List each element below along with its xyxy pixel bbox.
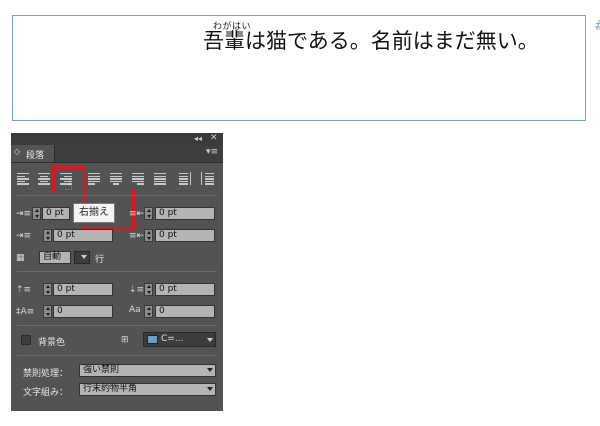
- drop-cap-chars-field[interactable]: 0: [155, 305, 215, 318]
- align-right-justify-icon: [131, 172, 145, 186]
- drop-cap-lines-stepper[interactable]: [43, 305, 52, 318]
- drop-cap-chars-icon: Aa: [129, 305, 141, 315]
- last-line-indent-icon: ≡⇤: [129, 231, 145, 241]
- align-right-icon: [59, 172, 73, 186]
- space-after-icon: ⇣≡: [129, 285, 145, 295]
- right-indent-stepper[interactable]: [144, 207, 153, 220]
- divider: [17, 271, 217, 272]
- align-center-justify-icon: [109, 172, 123, 186]
- table-grid-icon[interactable]: ⊞: [121, 333, 135, 347]
- last-line-indent-stepper[interactable]: [144, 229, 153, 242]
- space-after-field[interactable]: 0 pt: [155, 283, 215, 296]
- first-line-indent-stepper[interactable]: [43, 229, 52, 242]
- shading-color-value: C=...: [161, 334, 184, 344]
- align-away-from-spine-icon: [201, 172, 215, 186]
- align-left-button[interactable]: [16, 172, 30, 186]
- right-indent-icon: ≡⇤: [129, 209, 145, 219]
- drop-cap-chars-stepper[interactable]: [144, 305, 153, 318]
- left-indent-icon: ⇥≡: [16, 209, 32, 219]
- paragraph-panel: ◂◂ ✕ ◇ 段落 ▾≡ ☝ 右揃え ⇥≡ 0 pt ≡⇤ 0 pt ⇥≡ 0 …: [11, 133, 223, 411]
- align-towards-spine-icon: [178, 172, 192, 186]
- tab-expand-icon[interactable]: ◇: [14, 147, 20, 156]
- chevron-down-icon: [207, 368, 213, 372]
- first-line-indent-icon: ⇥≡: [16, 231, 32, 241]
- chevron-down-icon: [207, 338, 213, 342]
- grid-unit-label: 行: [95, 255, 105, 265]
- shading-checkbox[interactable]: [21, 335, 31, 345]
- shading-color-swatch: [147, 335, 158, 344]
- mojikumi-label: 文字組み：: [23, 388, 69, 398]
- justify-all-button[interactable]: [153, 172, 167, 186]
- chevron-down-icon: [81, 255, 87, 259]
- panel-menu-icon[interactable]: ▾≡: [206, 147, 218, 157]
- align-left-justify-icon: [87, 172, 101, 186]
- align-right-button[interactable]: [59, 172, 73, 186]
- align-center-icon: [37, 172, 51, 186]
- align-right-justify-button[interactable]: [131, 172, 145, 186]
- kinsoku-label: 禁則処理：: [23, 369, 69, 379]
- shading-color-dropdown[interactable]: C=...: [143, 332, 216, 347]
- left-indent-field[interactable]: 0 pt: [42, 207, 70, 220]
- tab-label: 段落: [26, 151, 45, 161]
- divider: [17, 325, 217, 326]
- left-indent-stepper[interactable]: [32, 207, 41, 220]
- story-text[interactable]: 吾輩は猫である。名前はまだ無い。: [203, 25, 539, 55]
- space-before-field[interactable]: 0 pt: [53, 283, 113, 296]
- kinsoku-value: 強い禁則: [83, 365, 120, 375]
- shading-label: 背景色: [38, 338, 66, 348]
- align-left-icon: [16, 172, 30, 186]
- right-indent-field[interactable]: 0 pt: [155, 207, 215, 220]
- grid-align-icon: ▦: [16, 253, 25, 263]
- divider: [17, 355, 217, 356]
- align-center-button[interactable]: [37, 172, 51, 186]
- space-after-stepper[interactable]: [144, 283, 153, 296]
- align-away-from-spine-button[interactable]: [201, 172, 215, 186]
- overset-text-icon[interactable]: #: [594, 19, 600, 34]
- drop-cap-lines-icon: ‡A≡: [16, 307, 35, 317]
- align-left-justify-button[interactable]: [87, 172, 101, 186]
- last-line-indent-field[interactable]: 0 pt: [155, 229, 215, 242]
- kinsoku-dropdown[interactable]: 強い禁則: [79, 364, 216, 377]
- close-icon[interactable]: ✕: [210, 133, 218, 143]
- mojikumi-value: 行末約物半角: [83, 384, 138, 394]
- first-line-indent-field[interactable]: 0 pt: [53, 229, 113, 242]
- tab-paragraph[interactable]: ◇ 段落: [11, 145, 55, 162]
- mojikumi-dropdown[interactable]: 行末約物半角: [79, 383, 216, 396]
- align-towards-spine-button[interactable]: [178, 172, 192, 186]
- grid-dropdown-value: 自動: [43, 252, 62, 262]
- grid-dropdown-toggle[interactable]: [74, 251, 90, 264]
- space-before-stepper[interactable]: [43, 283, 52, 296]
- grid-dropdown[interactable]: 自動: [39, 251, 71, 264]
- text-frame[interactable]: わがはい 吾輩は猫である。名前はまだ無い。: [12, 15, 586, 121]
- justify-all-icon: [153, 172, 167, 186]
- divider: [17, 195, 217, 196]
- panel-tab-bar: ◇ 段落 ▾≡: [11, 145, 223, 163]
- chevron-down-icon: [207, 387, 213, 391]
- tooltip: 右揃え: [73, 203, 115, 223]
- collapse-panel-icon[interactable]: ◂◂: [194, 134, 202, 143]
- drop-cap-lines-field[interactable]: 0: [53, 305, 113, 318]
- align-center-justify-button[interactable]: [109, 172, 123, 186]
- panel-title-bar[interactable]: ◂◂ ✕: [11, 133, 223, 145]
- space-before-icon: ⇡≡: [16, 285, 32, 295]
